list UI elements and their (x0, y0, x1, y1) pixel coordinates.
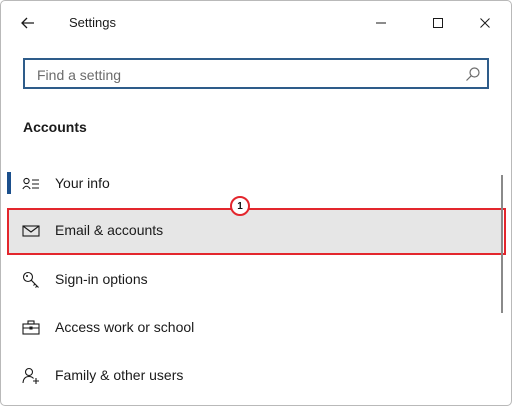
nav-item-label: Sign-in options (55, 271, 148, 287)
search-box (23, 58, 489, 89)
briefcase-icon (21, 319, 41, 337)
nav-item-label: Access work or school (55, 319, 195, 335)
title-bar: Settings (1, 1, 511, 45)
nav-item-label: Your info (55, 175, 110, 191)
nav-item-label: Family & other users (55, 367, 184, 383)
nav-item-your-info[interactable]: Your info (7, 161, 503, 207)
maximize-button[interactable] (418, 9, 458, 37)
settings-window: Settings Accounts (0, 0, 512, 406)
back-button[interactable] (15, 11, 41, 35)
close-icon (480, 18, 490, 28)
nav-item-email-accounts[interactable]: Email & accounts (7, 208, 503, 254)
close-button[interactable] (465, 9, 505, 37)
search-input[interactable] (35, 64, 459, 86)
person-lines-icon (21, 175, 41, 193)
scrollbar[interactable] (501, 175, 503, 313)
annotation-callout: 1 (230, 196, 250, 216)
nav-item-label: Email & accounts (55, 222, 164, 238)
maximize-icon (433, 18, 443, 28)
section-heading: Accounts (23, 119, 87, 135)
minimize-button[interactable] (361, 9, 401, 37)
nav-item-family-users[interactable]: Family & other users (7, 353, 503, 399)
minimize-icon (376, 22, 386, 24)
add-person-icon (21, 367, 41, 385)
back-arrow-icon (21, 17, 34, 29)
search-icon[interactable] (465, 66, 481, 82)
envelope-icon (21, 222, 41, 240)
key-icon (21, 271, 41, 289)
window-title: Settings (69, 15, 116, 30)
nav-item-access-work[interactable]: Access work or school (7, 305, 503, 351)
nav-item-sign-in-options[interactable]: Sign-in options (7, 257, 503, 303)
